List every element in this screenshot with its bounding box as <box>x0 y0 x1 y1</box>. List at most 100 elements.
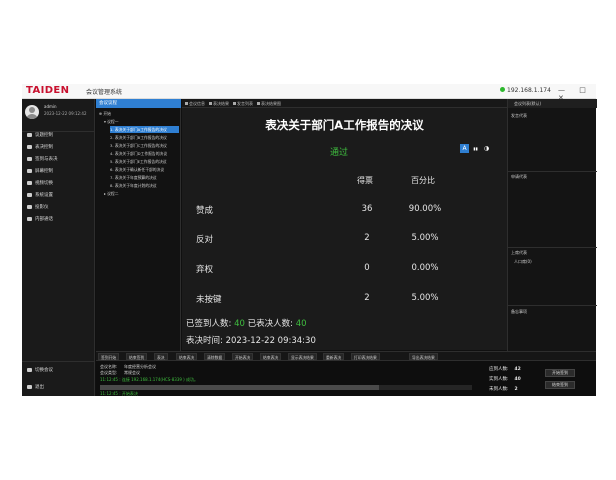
row-label-yes: 赞成 <box>196 206 214 216</box>
row-pct-abstain: 0.00% <box>411 263 439 273</box>
voted-value: 40 <box>295 319 307 329</box>
tab-icon <box>233 101 236 105</box>
tab-vote-chart[interactable]: 表决结果图 <box>257 100 281 107</box>
progress-bar <box>100 385 472 390</box>
progress-fill <box>100 385 379 390</box>
text-view-button[interactable]: A <box>460 144 469 153</box>
sidebar-item-projector[interactable]: 投影仪 <box>22 202 95 213</box>
ip-address: 192.168.1.174 <box>507 87 551 94</box>
divider <box>508 247 597 248</box>
notice-section-label: 备忘事项 <box>511 309 527 314</box>
clear-data-button[interactable]: 清除数据 <box>204 353 226 360</box>
vote-time-line: 表决时间: 2023-12-22 09:34:30 <box>186 334 316 346</box>
voted-label: 已表决人数: <box>247 319 293 329</box>
speaking-section-label: 发言代表 <box>511 113 527 118</box>
switch-icon <box>27 367 32 372</box>
expected-count: 应到人数: 42 <box>489 367 521 372</box>
tree-row[interactable]: 6. 表决关于确认新任干部的决议 <box>110 166 179 173</box>
tab-speaker-list[interactable]: 发言列表 <box>233 100 253 107</box>
end-signin-status-button[interactable]: 结束签到 <box>545 381 575 389</box>
tree-row[interactable]: 2. 表决关于部门B工作报告的决议 <box>110 134 179 141</box>
sidebar-item-video[interactable]: 视频切换 <box>22 178 95 189</box>
exit-button[interactable]: 退出 <box>22 382 95 393</box>
end-signin-button[interactable]: 结束签到 <box>126 353 148 360</box>
avatar <box>25 105 39 119</box>
vote-button[interactable]: 表决 <box>154 353 168 360</box>
tree-row[interactable]: 5. 表决关于部门E工作报告的决议 <box>110 158 179 165</box>
projector-icon <box>27 204 32 209</box>
user-name: admin <box>44 104 57 109</box>
checkin-icon <box>27 156 32 161</box>
tree-row[interactable]: ▸ 议程二 <box>104 190 179 197</box>
sidebar-item-agenda[interactable]: 议题控制 <box>22 130 95 141</box>
bar-chart-icon[interactable]: ▮▮ <box>471 144 480 153</box>
switch-meeting-button[interactable]: 切换会议 <box>22 365 95 376</box>
connection-status: 192.168.1.174 <box>500 87 551 94</box>
status-dot-icon <box>500 87 505 92</box>
title-bar: TAIDEN 会议管理系统 192.168.1.174 — □ ✕ <box>22 84 596 102</box>
tree-row[interactable]: 8. 表决关于年度计划的决议 <box>110 182 179 189</box>
absent-count: 未到人数: 2 <box>489 387 518 392</box>
row-count-yes: 36 <box>361 204 373 214</box>
screen-icon <box>27 168 32 173</box>
status-area: 会议名称: 年度经营分析会议 会议类型: 常规会议 11:12:45 : 连接 … <box>96 360 596 396</box>
row-label-not-pressed: 未按键 <box>196 295 222 305</box>
video-icon <box>27 180 32 185</box>
seat-item[interactable]: 人口席(0) <box>508 259 597 265</box>
signed-value: 40 <box>234 319 245 329</box>
vote-time-value: 2023-12-22 09:34:30 <box>225 336 316 346</box>
row-count-not-pressed: 2 <box>364 293 370 303</box>
vote-time-label: 表决时间: <box>186 336 223 346</box>
sidebar: admin 2023-12-22 09:12:42 议题控制 表决控制 签到与表… <box>22 99 95 396</box>
sidebar-bottom: 切换会议 退出 <box>22 361 95 396</box>
content-tab-bar: 会议信息 表决结果 发言列表 表决结果图 <box>182 99 507 108</box>
right-panel: 会议列表(默认) 发言代表 申请代表 上席代表 人口席(0) 备忘事项 <box>507 99 597 351</box>
sidebar-item-screen[interactable]: 屏幕控制 <box>22 166 95 177</box>
tab-vote-result[interactable]: 表决结果 <box>209 100 229 107</box>
tree-row-selected[interactable]: 1. 表决关于部门A工作报告的决议 <box>110 126 179 133</box>
sidebar-item-settings[interactable]: 系统设置 <box>22 190 95 201</box>
meeting-list-dropdown[interactable]: 会议列表(默认) <box>508 99 597 108</box>
tab-meeting-info[interactable]: 会议信息 <box>185 100 205 107</box>
agenda-icon <box>27 132 32 137</box>
tree-row[interactable]: 7. 表决关于年度预算的决议 <box>110 174 179 181</box>
settings-icon <box>27 192 32 197</box>
avatar-body-icon <box>26 114 38 119</box>
column-header-percent: 百分比 <box>411 176 435 185</box>
attendance-line: 已签到人数: 40 已表决人数: 40 <box>186 317 307 329</box>
export-result-button[interactable]: 导出表决结果 <box>409 353 438 360</box>
start-signin-status-button[interactable]: 开始签到 <box>545 369 575 377</box>
sidebar-item-vote-control[interactable]: 表决控制 <box>22 142 95 153</box>
print-result-button[interactable]: 打印表决结果 <box>351 353 380 360</box>
row-count-abstain: 0 <box>364 263 370 273</box>
seat-section-label: 上席代表 <box>511 250 527 255</box>
start-vote-button[interactable]: 开始表决 <box>232 353 254 360</box>
avatar-head-icon <box>29 107 35 113</box>
tree-row[interactable]: ⊕ 开始 <box>99 110 179 117</box>
pie-chart-icon[interactable]: ◑ <box>482 144 491 153</box>
row-label-abstain: 弃权 <box>196 265 214 275</box>
revote-button[interactable]: 重新表决 <box>323 353 345 360</box>
signed-label: 已签到人数: <box>186 319 232 329</box>
start-signin-button[interactable]: 签到开始 <box>98 353 120 360</box>
vote-status: 通过 <box>330 148 349 158</box>
show-result-button[interactable]: 显示表决结果 <box>288 353 317 360</box>
tree-row[interactable]: 3. 表决关于部门C工作报告的决议 <box>110 142 179 149</box>
sidebar-item-checkin[interactable]: 签到与表决 <box>22 154 95 165</box>
user-box: admin 2023-12-22 09:12:42 <box>22 99 95 132</box>
tab-icon <box>257 101 260 105</box>
meeting-type-label: 会议类型: <box>100 370 118 375</box>
row-pct-no: 5.00% <box>411 233 439 243</box>
tree-row[interactable]: 4. 表决关于部门D工作报告的决议 <box>110 150 179 157</box>
end-vote-button[interactable]: 结束表决 <box>176 353 198 360</box>
log-line: 11:12:45 : 开始表决 <box>100 391 138 396</box>
app-title: 会议管理系统 <box>86 89 123 96</box>
tab-icon <box>209 101 212 105</box>
present-count: 实到人数: 40 <box>489 377 521 382</box>
tree-row[interactable]: ▾ 议程一 <box>104 118 179 125</box>
sidebar-item-intercom[interactable]: 内部通话 <box>22 214 95 225</box>
request-section-label: 申请代表 <box>511 174 527 179</box>
divider <box>508 305 597 306</box>
row-label-no: 反对 <box>196 235 214 245</box>
stop-vote-button[interactable]: 结束表决 <box>260 353 282 360</box>
